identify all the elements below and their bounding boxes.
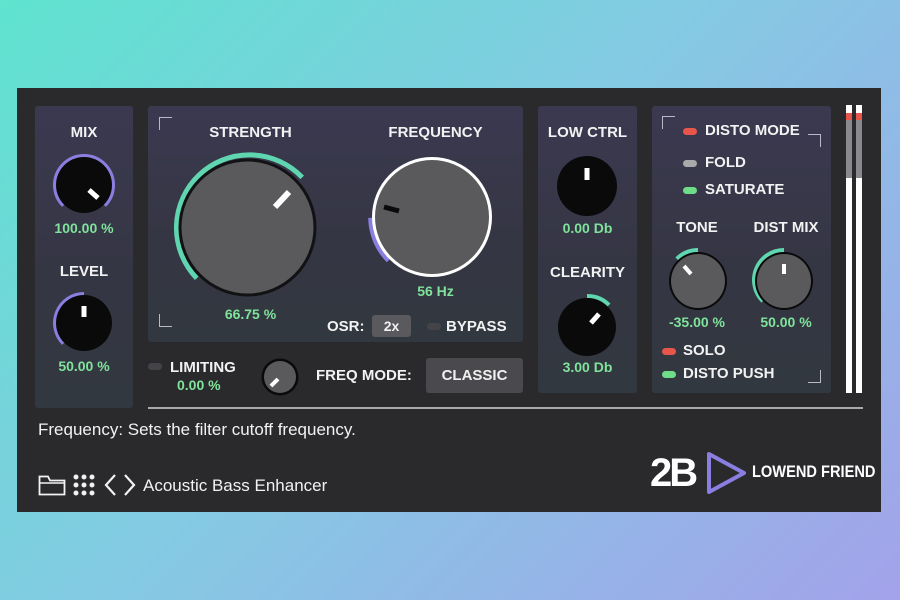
frequency-knob[interactable] (367, 152, 497, 282)
solo-label[interactable]: SOLO (683, 342, 726, 359)
tone-knob[interactable] (664, 246, 732, 314)
chevron-right-icon[interactable] (123, 473, 137, 497)
limiting-label[interactable]: LIMITING (170, 359, 236, 376)
low-ctrl-clearity-panel: LOW CTRL 0.00 Db CLEARITY 3.00 Db (538, 106, 637, 393)
bypass-label[interactable]: BYPASS (446, 318, 507, 335)
grid-icon[interactable] (72, 473, 96, 497)
level-label: LEVEL (59, 263, 109, 280)
limiting-knob[interactable] (260, 357, 300, 397)
mix-level-panel: MIX 100.00 % LEVEL 50.00 % (35, 106, 133, 408)
saturate-led[interactable] (683, 187, 697, 194)
status-text: Frequency: Sets the filter cutoff freque… (38, 420, 356, 439)
clearity-value: 3.00 Db (562, 359, 613, 375)
strength-label: STRENGTH (209, 124, 292, 141)
brand-product-name: LOWEND FRIEND (752, 462, 876, 481)
strength-frequency-panel: STRENGTH 66.75 % FREQUENCY 56 Hz OSR: 2x… (148, 106, 523, 342)
saturate-option[interactable]: SATURATE (705, 181, 784, 198)
strength-knob[interactable] (170, 150, 325, 305)
fold-led[interactable] (683, 160, 697, 167)
level-value: 50.00 % (58, 358, 110, 374)
corner-marker (808, 370, 821, 383)
corner-marker (662, 116, 675, 129)
brand-logo: 2B LOWEND FRIEND (650, 450, 875, 496)
fold-option[interactable]: FOLD (705, 154, 746, 171)
clearity-knob[interactable] (555, 294, 619, 358)
mix-knob[interactable] (47, 148, 121, 222)
clearity-label: CLEARITY (550, 264, 625, 281)
mix-label: MIX (70, 124, 98, 141)
output-meter-right (856, 105, 862, 393)
disto-panel: DISTO MODE FOLD SATURATE TONE -35.00 % D… (652, 106, 831, 393)
low-ctrl-label: LOW CTRL (547, 124, 628, 141)
freq-mode-selector[interactable]: CLASSIC (426, 358, 523, 393)
dist-mix-value: 50.00 % (760, 314, 812, 330)
limiting-value: 0.00 % (177, 377, 221, 393)
low-ctrl-knob[interactable] (555, 154, 619, 218)
dist-mix-label: DIST MIX (753, 219, 819, 236)
corner-marker (808, 134, 821, 147)
disto-push-led[interactable] (662, 371, 676, 378)
chevron-left-icon[interactable] (103, 473, 117, 497)
tone-value: -35.00 % (668, 314, 726, 330)
dist-mix-knob[interactable] (750, 246, 818, 314)
frequency-label: FREQUENCY (388, 124, 483, 141)
freq-mode-label: FREQ MODE: (316, 367, 412, 384)
low-ctrl-value: 0.00 Db (562, 220, 613, 236)
strength-value: 66.75 % (224, 306, 277, 322)
disto-mode-label: DISTO MODE (705, 122, 800, 139)
bypass-led[interactable] (427, 323, 441, 330)
osr-selector[interactable]: 2x (372, 315, 411, 337)
tone-label: TONE (676, 219, 718, 236)
play-triangle-logo-icon (706, 451, 748, 495)
level-knob[interactable] (47, 286, 121, 360)
disto-mode-led (683, 128, 697, 135)
mix-value: 100.00 % (54, 220, 114, 236)
frequency-value: 56 Hz (417, 283, 454, 299)
preset-name[interactable]: Acoustic Bass Enhancer (143, 476, 327, 496)
osr-label: OSR: (327, 318, 365, 335)
corner-marker (159, 117, 172, 130)
corner-marker (159, 314, 172, 327)
plugin-window: MIX 100.00 % LEVEL 50.00 % STRENGTH 66.7… (17, 88, 881, 512)
solo-led[interactable] (662, 348, 676, 355)
limiting-led[interactable] (148, 363, 162, 370)
brand-logo-text: 2B (650, 451, 698, 495)
output-meter-left (846, 105, 852, 393)
divider (148, 407, 863, 409)
folder-icon[interactable] (38, 474, 66, 496)
disto-push-label[interactable]: DISTO PUSH (683, 365, 774, 382)
